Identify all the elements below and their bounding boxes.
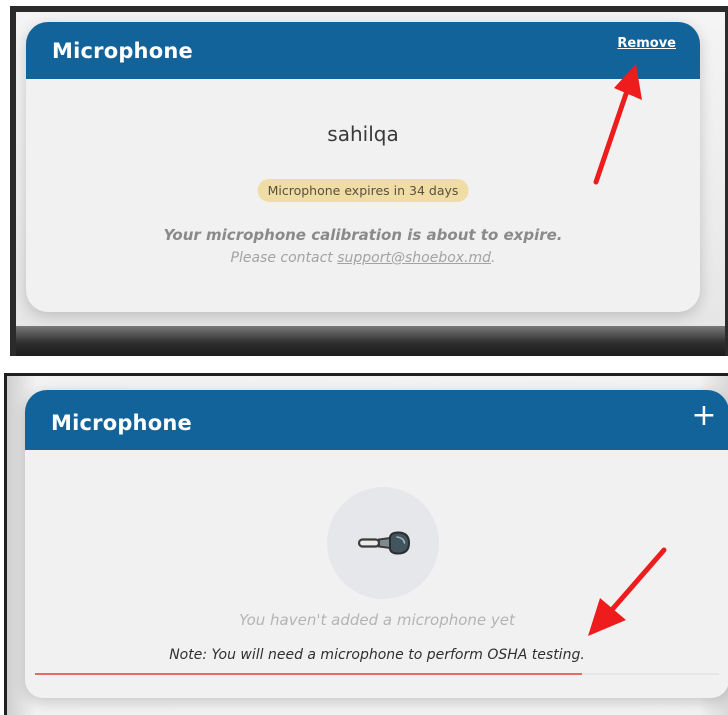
calibration-warning: Your microphone calibration is about to … (163, 226, 563, 244)
microphone-card-expiring: Microphone Remove sahilqa Microphone exp… (26, 22, 700, 312)
progress-track (35, 673, 719, 675)
card-title: Microphone (51, 411, 192, 435)
microphone-placeholder (327, 487, 439, 599)
card-header: Microphone Remove (26, 22, 700, 79)
empty-state-text: You haven't added a microphone yet (239, 611, 515, 629)
card-title: Microphone (52, 38, 193, 63)
screenshot-bottom: Microphone + You haven't added a microph… (4, 373, 728, 715)
contact-suffix: . (491, 250, 496, 266)
microphone-name: sahilqa (327, 122, 399, 146)
screenshot-top: Microphone Remove sahilqa Microphone exp… (10, 6, 728, 356)
window-bottom-bar (16, 326, 725, 356)
progress-fill (35, 673, 583, 675)
card-header: Microphone + (25, 390, 728, 450)
add-microphone-button[interactable]: + (689, 401, 719, 432)
expiry-badge: Microphone expires in 34 days (257, 179, 469, 202)
support-contact-line: Please contact support@shoebox.md. (26, 250, 700, 266)
contact-prefix: Please contact (230, 250, 338, 266)
support-email-link[interactable]: support@shoebox.md (337, 250, 491, 266)
microphone-card-empty: Microphone + You haven't added a microph… (25, 390, 728, 698)
remove-button[interactable]: Remove (617, 36, 676, 51)
osha-note: Note: You will need a microphone to perf… (169, 647, 585, 663)
microphone-icon (357, 531, 411, 555)
